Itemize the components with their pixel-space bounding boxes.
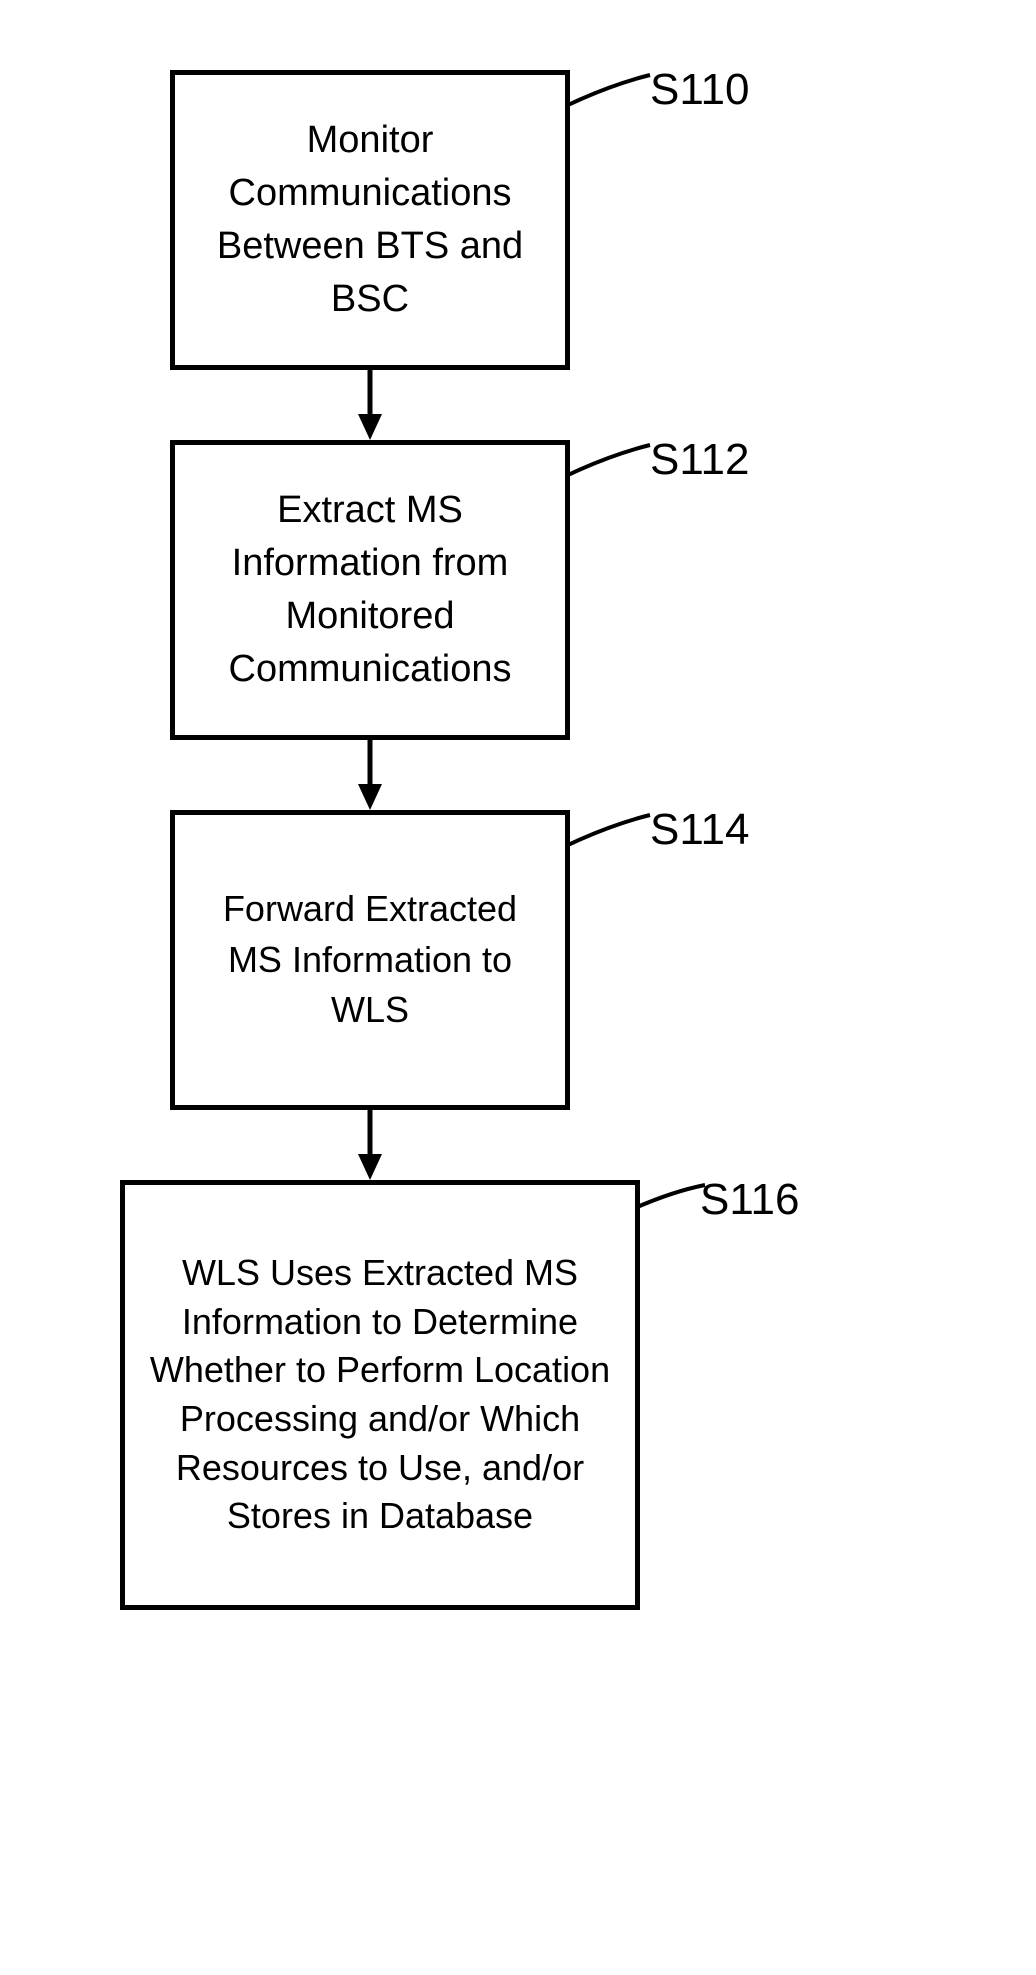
step-label-s116: S116 [700,1175,800,1225]
step-text-s110: Monitor Communications Between BTS and B… [195,114,545,327]
step-text-s114: Forward Extracted MS Information to WLS [195,884,545,1035]
step-label-s112: S112 [650,435,750,485]
flowchart-box-s114: Forward Extracted MS Information to WLS [170,810,570,1110]
flowchart-box-s112: Extract MS Information from Monitored Co… [170,440,570,740]
flowchart-box-s116: WLS Uses Extracted MS Information to Det… [120,1180,640,1610]
flowchart-step-s110: S110 Monitor Communications Between BTS … [120,70,920,370]
flowchart-box-s110: Monitor Communications Between BTS and B… [170,70,570,370]
step-label-s110: S110 [650,65,750,115]
step-label-s114: S114 [650,805,750,855]
step-text-s116: WLS Uses Extracted MS Information to Det… [145,1249,615,1541]
flowchart-arrow-2 [170,740,570,810]
flowchart-container: S110 Monitor Communications Between BTS … [120,70,920,1610]
flowchart-arrow-1 [170,370,570,440]
flowchart-arrow-3 [170,1110,570,1180]
step-text-s112: Extract MS Information from Monitored Co… [195,484,545,697]
flowchart-step-s112: S112 Extract MS Information from Monitor… [120,440,920,740]
flowchart-step-s116: S116 WLS Uses Extracted MS Information t… [120,1180,920,1610]
flowchart-step-s114: S114 Forward Extracted MS Information to… [120,810,920,1110]
